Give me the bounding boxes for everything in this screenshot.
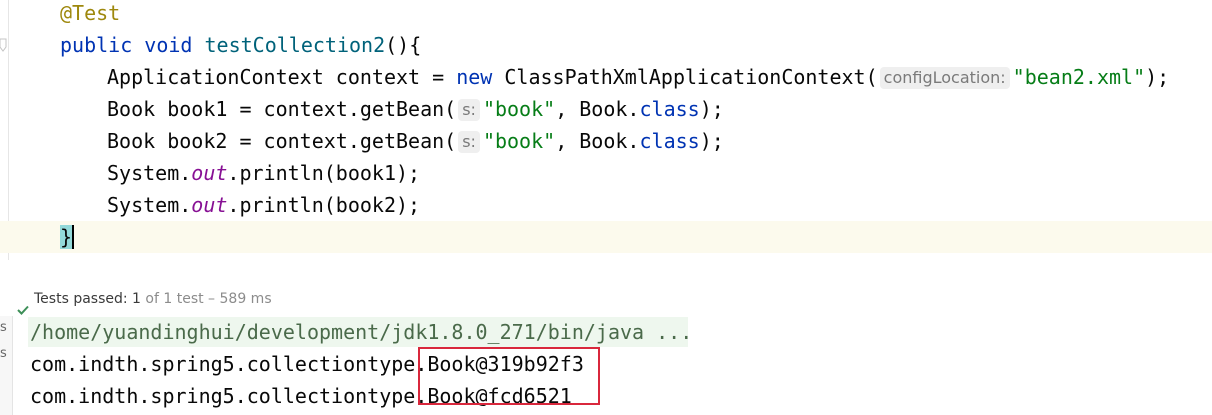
red-highlight-box — [418, 347, 600, 405]
keyword-public: public — [60, 33, 133, 57]
code-line-book1[interactable]: Book book1 = context.getBean(s: "book", B… — [0, 93, 1212, 125]
class-ref: , Book. — [555, 129, 640, 153]
constructor-call: ClassPathXmlApplicationContext( — [492, 65, 878, 89]
statement-end: ); — [699, 97, 724, 121]
string-book: "book" — [482, 129, 556, 153]
field-out: out — [191, 161, 228, 185]
book1-declaration: Book book1 = context.getBean( — [107, 97, 457, 121]
annotation-test: @Test — [60, 1, 121, 25]
book2-declaration: Book book2 = context.getBean( — [107, 129, 457, 153]
statement-end: ); — [699, 129, 724, 153]
tests-passed-count: 1 — [132, 291, 141, 307]
test-status-bar: Tests passed: 1 of 1 test – 589 ms — [0, 282, 1212, 316]
code-editor[interactable]: @Test public void testCollection2(){ App… — [0, 0, 1212, 260]
parameter-hint-s: s: — [458, 99, 480, 121]
gutter-glyph: s — [0, 346, 7, 361]
string-book: "book" — [482, 97, 556, 121]
class-ref: , Book. — [555, 97, 640, 121]
code-line-method-signature[interactable]: public void testCollection2(){ — [0, 29, 1212, 61]
statement-end: ); — [1145, 65, 1170, 89]
tests-summary: of 1 test – 589 ms — [145, 291, 272, 307]
println-call: .println(book2); — [227, 193, 421, 217]
test-status-text: Tests passed: 1 of 1 test – 589 ms — [34, 282, 272, 316]
code-line-book2[interactable]: Book book2 = context.getBean(s: "book", B… — [0, 125, 1212, 157]
keyword-class: class — [639, 129, 700, 153]
code-line-println-book1[interactable]: System.out.println(book1); — [0, 157, 1212, 189]
gutter-glyph: s — [0, 320, 7, 335]
keyword-void: void — [144, 33, 193, 57]
system-ref: System. — [107, 193, 192, 217]
keyword-class: class — [639, 97, 700, 121]
code-line-annotation[interactable]: @Test — [0, 0, 1212, 29]
code-line-context[interactable]: ApplicationContext context = new ClassPa… — [0, 61, 1212, 93]
text-caret — [72, 225, 75, 249]
parameter-hint-s: s: — [458, 131, 480, 153]
method-name: testCollection2 — [204, 33, 386, 57]
field-out: out — [191, 193, 228, 217]
console-command-text[interactable]: /home/yuandinghui/development/jdk1.8.0_2… — [30, 316, 692, 348]
string-bean2-xml: "bean2.xml" — [1012, 65, 1146, 89]
console-gutter: s s — [0, 316, 13, 415]
java-command: /home/yuandinghui/development/jdk1.8.0_2… — [30, 320, 693, 344]
parameter-hint-config-location: configLocation: — [879, 67, 1010, 89]
code-line-println-book2[interactable]: System.out.println(book2); — [0, 189, 1212, 221]
tests-passed-label: Tests passed: — [34, 291, 128, 307]
method-params: (){ — [385, 33, 422, 57]
code-line-closing-brace[interactable]: } — [0, 221, 1212, 253]
panel-separator — [0, 260, 1212, 282]
println-call: .println(book1); — [227, 161, 421, 185]
keyword-new: new — [456, 65, 493, 89]
system-ref: System. — [107, 161, 192, 185]
context-declaration: ApplicationContext context = — [107, 65, 457, 89]
closing-brace: } — [60, 225, 73, 249]
check-icon — [17, 294, 29, 315]
